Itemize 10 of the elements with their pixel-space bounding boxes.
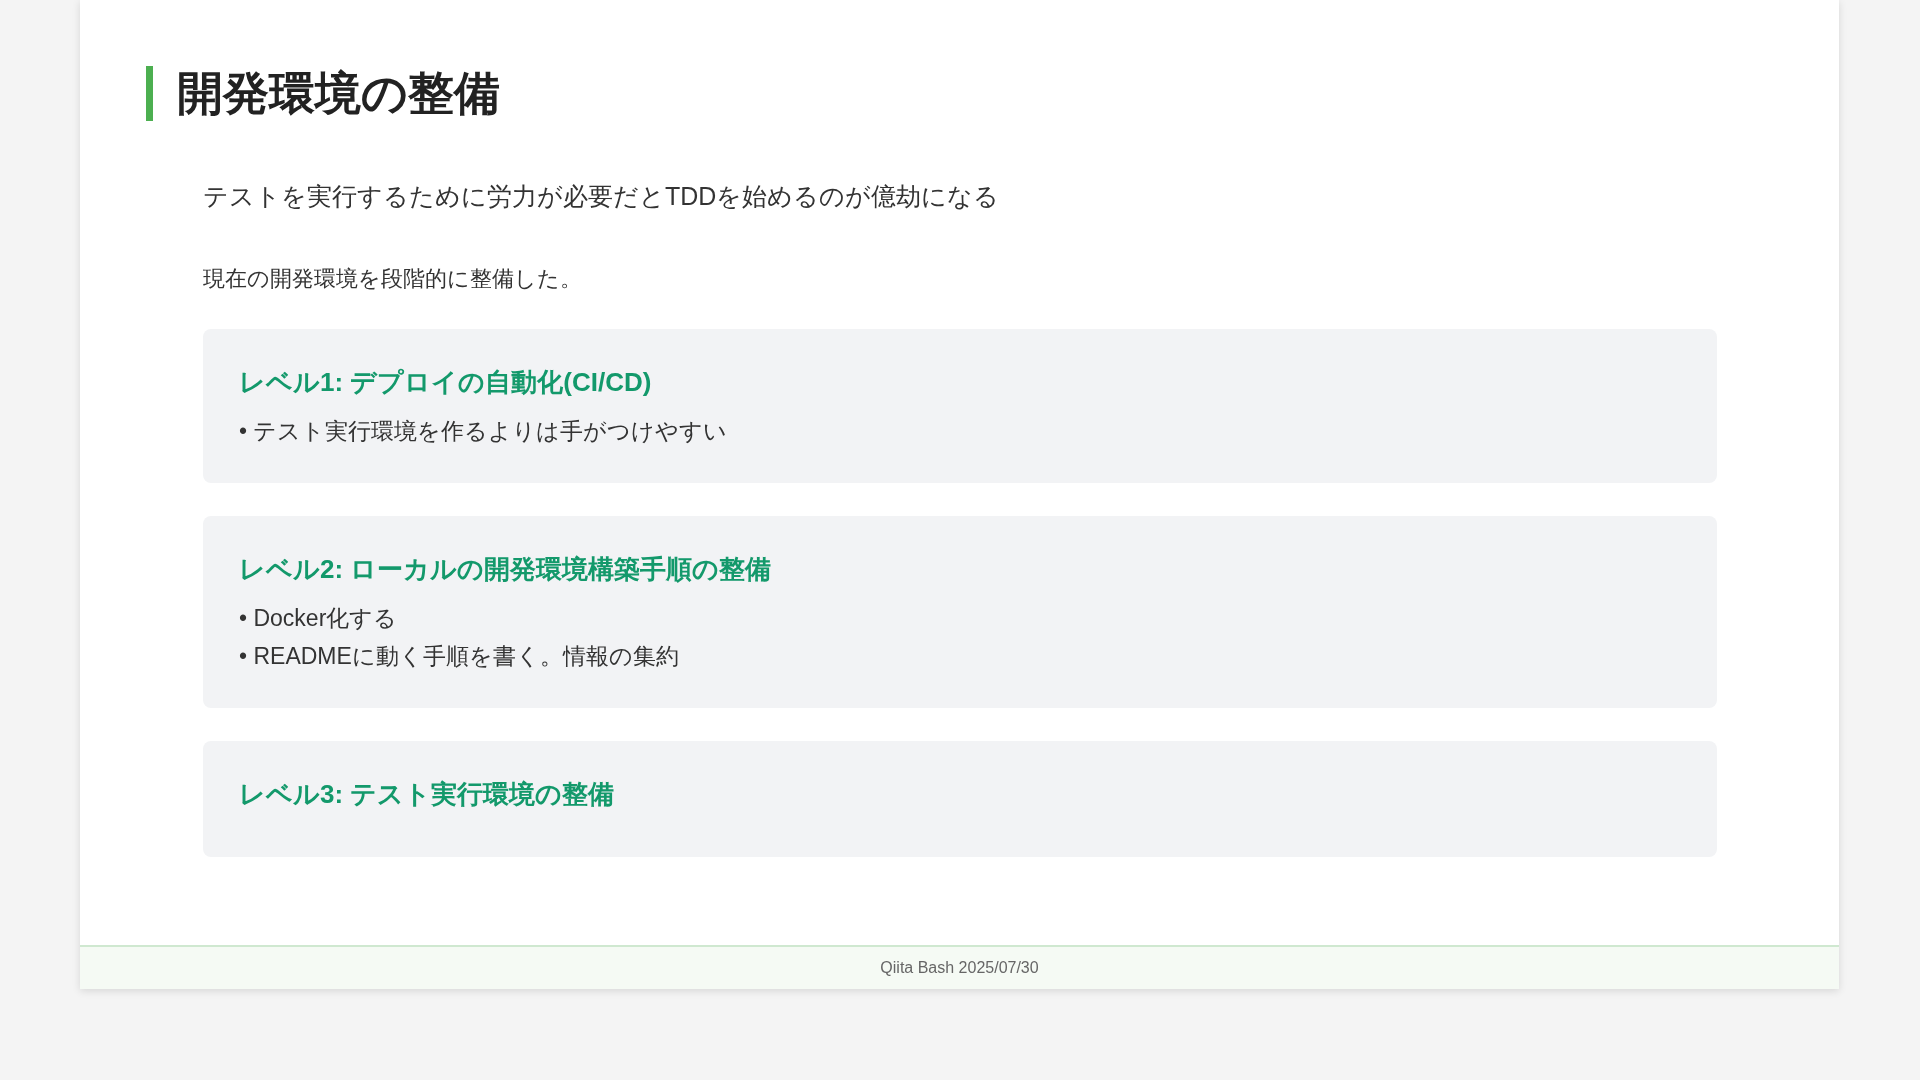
paragraph-text: 現在の開発環境を段階的に整備した。 [203, 265, 583, 293]
footer-text: Qiita Bash 2025/07/30 [880, 959, 1039, 977]
card-title: レベル2: ローカルの開発環境構築手順の整備 [239, 553, 773, 586]
lead-text: テストを実行するために労力が必要だとTDDを始めるのが億劫になる [203, 181, 1001, 212]
card-title: レベル3: テスト実行環境の整備 [239, 778, 616, 811]
slide-heading: 開発環境の整備 [146, 66, 1717, 121]
bullet-text: • READMEに動く手順を書く。情報の集約 [239, 642, 680, 671]
bullet-text: • Docker化する [239, 604, 399, 633]
card-title: レベル1: デプロイの自動化(CI/CD) [239, 366, 653, 399]
bullet-text: • テスト実行環境を作るよりは手がつけやすい [239, 417, 729, 446]
